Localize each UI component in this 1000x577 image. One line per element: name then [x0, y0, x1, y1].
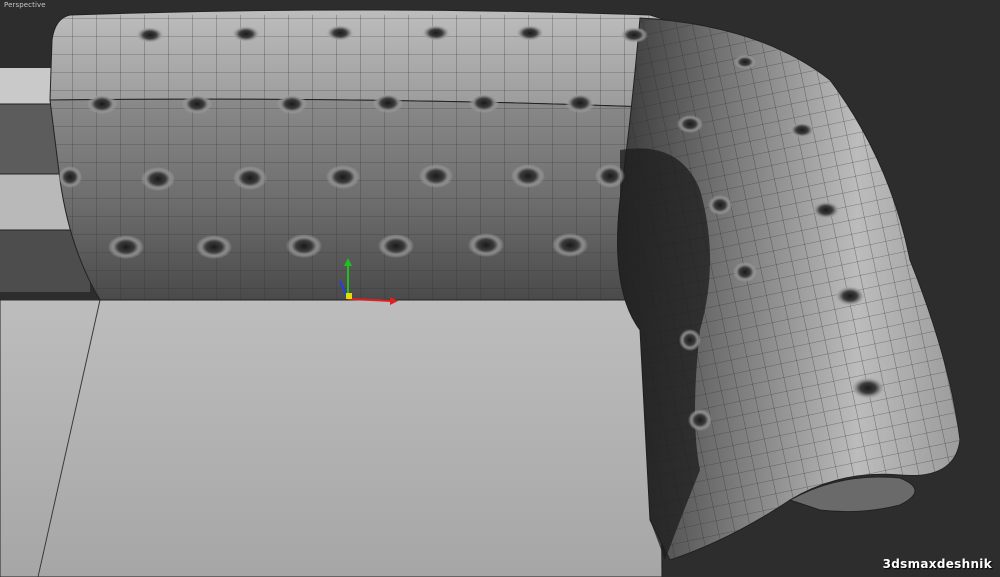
sofa-mesh-render[interactable]	[0, 0, 1000, 577]
seat-cushion[interactable]	[0, 299, 663, 577]
armrest[interactable]	[617, 17, 961, 561]
watermark: 3dsmaxdeshnik	[882, 557, 992, 571]
3d-viewport[interactable]: Perspective 3dsmaxdeshnik	[0, 0, 1000, 577]
viewport-label[interactable]: Perspective	[4, 1, 46, 9]
